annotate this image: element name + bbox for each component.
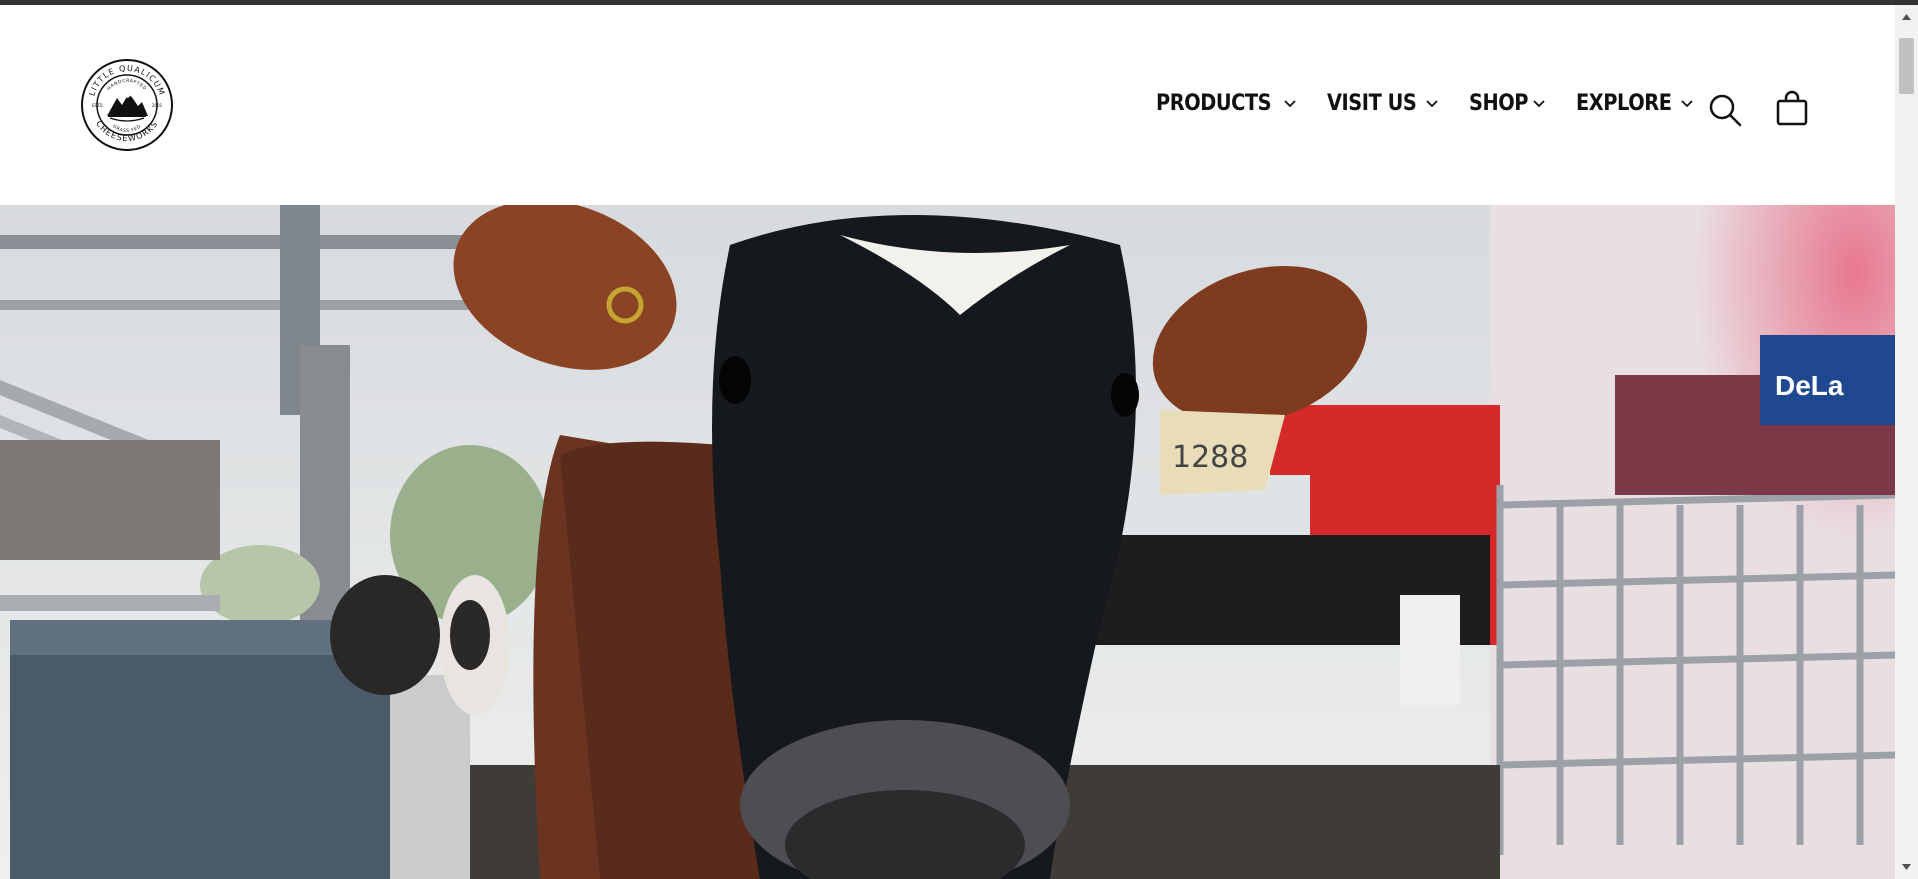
- nav-explore[interactable]: EXPLORE: [1576, 91, 1695, 116]
- scroll-thumb[interactable]: [1899, 38, 1914, 94]
- svg-text:ESTD: ESTD: [92, 103, 103, 108]
- search-icon: [1709, 94, 1742, 127]
- scroll-down-icon[interactable]: [1901, 863, 1912, 871]
- page-scrollbar[interactable]: [1895, 5, 1918, 879]
- nav-shop-label: SHOP: [1468, 91, 1528, 116]
- logo-seal-icon: LITTLE QUALICUM CHEESEWORKS HANDCRAFTED …: [81, 59, 173, 151]
- nav-products[interactable]: PRODUCTS: [1156, 91, 1297, 116]
- nav-visit-us-label: VISIT US: [1326, 91, 1417, 116]
- main-nav: PRODUCTS VISIT US SHOP EXPLORE: [1156, 91, 1724, 116]
- search-button[interactable]: [1708, 93, 1742, 127]
- chevron-down-icon: [1681, 99, 1693, 107]
- ear-tag-number: 1288: [1172, 440, 1248, 475]
- chevron-down-icon: [1425, 99, 1438, 107]
- dela-sign-text: DeLa: [1775, 370, 1844, 401]
- cow-photo: DeLa 1288: [0, 205, 1895, 879]
- scroll-up-icon[interactable]: [1901, 13, 1912, 21]
- site-logo[interactable]: LITTLE QUALICUM CHEESEWORKS HANDCRAFTED …: [80, 58, 174, 152]
- nav-visit-us[interactable]: VISIT US: [1327, 91, 1439, 116]
- nav-products-label: PRODUCTS: [1156, 91, 1272, 116]
- cart-icon: [1776, 90, 1808, 126]
- svg-text:2001: 2001: [152, 103, 163, 108]
- cart-button[interactable]: [1775, 89, 1809, 127]
- site-header: LITTLE QUALICUM CHEESEWORKS HANDCRAFTED …: [0, 5, 1895, 205]
- nav-explore-label: EXPLORE: [1575, 91, 1672, 116]
- chevron-down-icon: [1532, 99, 1545, 107]
- hero-image: DeLa 1288: [0, 205, 1895, 879]
- nav-shop[interactable]: SHOP: [1469, 91, 1546, 116]
- chevron-down-icon: [1284, 99, 1296, 107]
